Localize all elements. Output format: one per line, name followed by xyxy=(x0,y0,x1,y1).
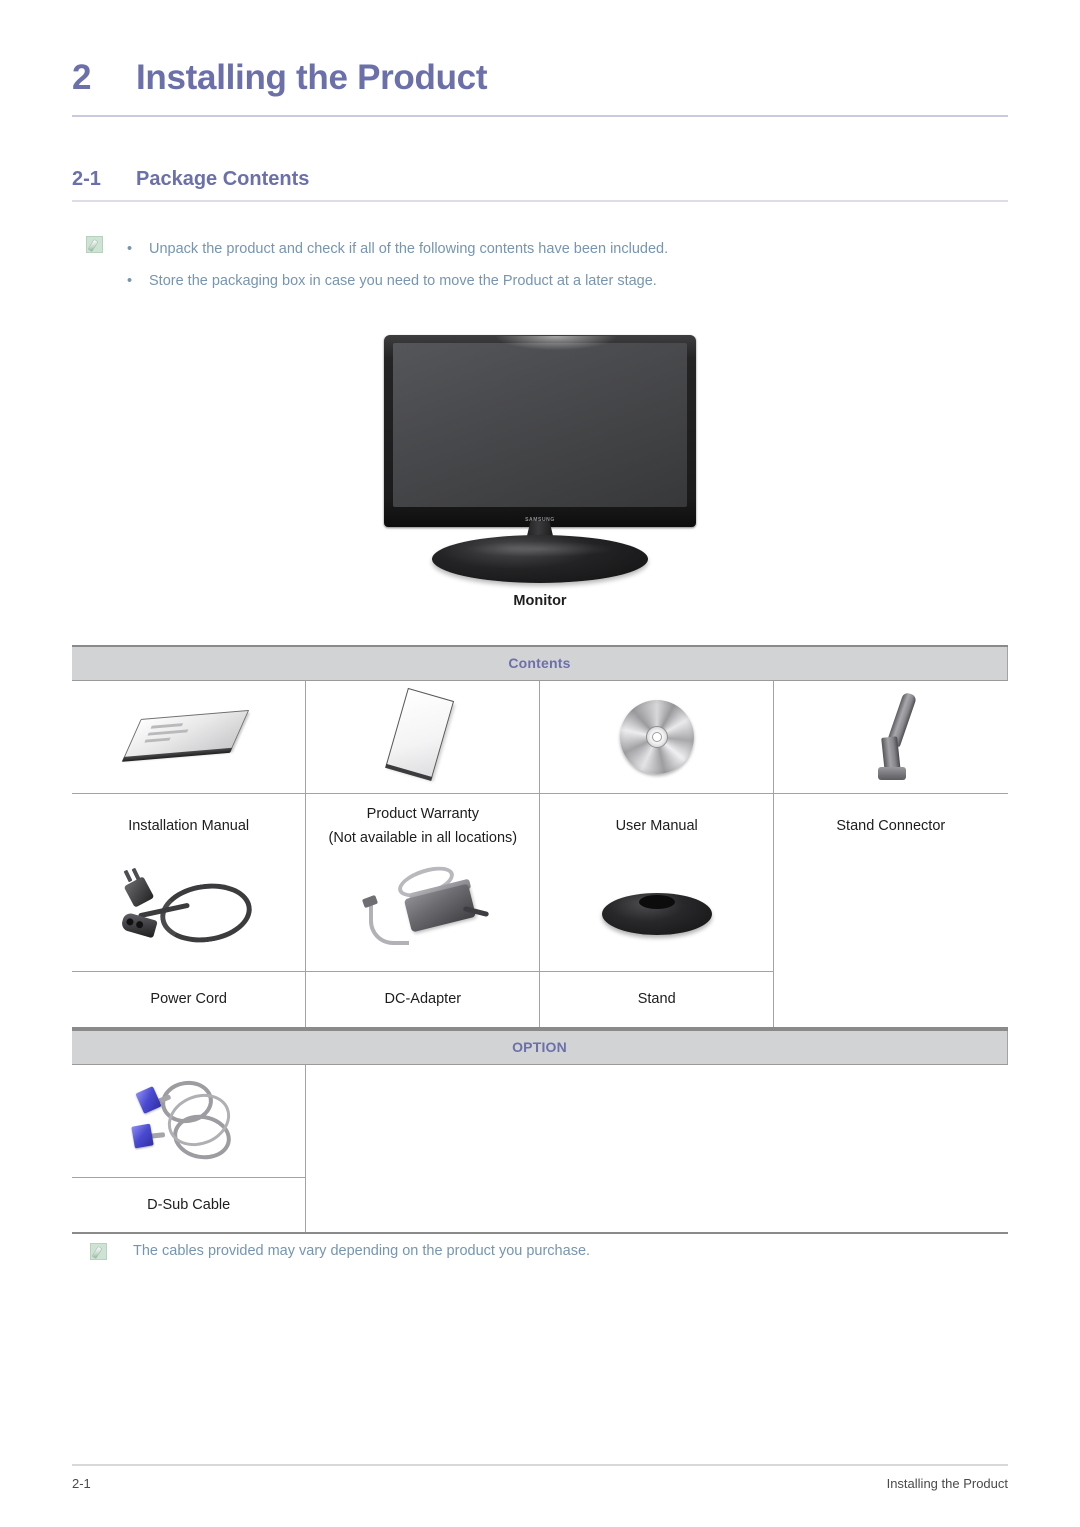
bullet-marker: • xyxy=(127,273,133,289)
option-table: OPTION D-Sub Cable xyxy=(72,1029,1008,1235)
table-row xyxy=(72,680,1008,793)
contents-table: Contents Installation Manual Product War… xyxy=(72,645,1008,1030)
footer-section-name: Installing the Product xyxy=(886,1476,1008,1491)
cell-power-cord-image xyxy=(72,859,307,972)
note-icon xyxy=(86,236,103,253)
intro-bullet-list: • Unpack the product and check if all of… xyxy=(127,233,668,297)
table-row: Power Cord DC-Adapter Stand xyxy=(72,971,1008,1028)
document-page: 2 Installing the Product 2-1 Package Con… xyxy=(0,0,1080,1527)
chapter-title: Installing the Product xyxy=(136,58,488,97)
cell-empty xyxy=(305,1064,1008,1177)
label-installation-manual: Installation Manual xyxy=(72,792,307,859)
table-header-row: OPTION xyxy=(72,1029,1008,1065)
figure-caption: Monitor xyxy=(513,593,567,609)
monitor-illustration: SAMSUNG xyxy=(384,335,696,583)
label-stand-connector: Stand Connector xyxy=(773,792,1008,859)
chapter-number: 2 xyxy=(72,58,92,97)
contents-table-header: Contents xyxy=(72,645,1008,681)
label-product-warranty: Product Warranty (Not available in all l… xyxy=(305,792,541,859)
note-icon xyxy=(90,1243,107,1260)
cell-empty xyxy=(773,859,1008,972)
cell-product-warranty-image xyxy=(305,680,541,793)
label-empty xyxy=(773,971,1008,1028)
label-dc-adapter: DC-Adapter xyxy=(305,971,541,1028)
cell-d-sub-cable-image xyxy=(72,1064,307,1177)
table-header-row: Contents xyxy=(72,645,1008,681)
monitor-screen xyxy=(393,343,687,507)
monitor-base-highlight xyxy=(465,541,615,557)
cell-dc-adapter-image xyxy=(305,859,541,972)
intro-note: • Unpack the product and check if all of… xyxy=(86,233,986,297)
user-manual-cd-icon xyxy=(619,699,694,774)
label-empty xyxy=(305,1177,1008,1233)
section-number: 2-1 xyxy=(72,168,101,190)
footer-divider xyxy=(72,1464,1008,1466)
cell-installation-manual-image xyxy=(72,680,307,793)
label-user-manual: User Manual xyxy=(539,792,775,859)
table-bottom-rule xyxy=(72,1232,1008,1235)
cell-user-manual-image xyxy=(539,680,775,793)
list-item: • Unpack the product and check if all of… xyxy=(127,233,668,265)
monitor-bezel: SAMSUNG xyxy=(384,335,696,527)
label-product-warranty-line1: Product Warranty xyxy=(366,806,479,823)
stand-connector-icon xyxy=(856,689,926,785)
bullet-text: Store the packaging box in case you need… xyxy=(149,273,657,289)
bottom-note: The cables provided may vary depending o… xyxy=(90,1241,590,1261)
installation-manual-icon xyxy=(117,703,259,771)
monitor-figure: SAMSUNG Monitor xyxy=(0,335,1080,609)
bottom-note-text: The cables provided may vary depending o… xyxy=(133,1243,591,1259)
table-row: D-Sub Cable xyxy=(72,1176,1008,1233)
chapter-divider xyxy=(72,115,1008,117)
power-cord-icon xyxy=(114,867,264,962)
cell-stand-image xyxy=(539,859,775,972)
dc-adapter-icon xyxy=(353,860,493,965)
label-power-cord: Power Cord xyxy=(72,971,307,1028)
stand-icon xyxy=(601,887,712,943)
list-item: • Store the packaging box in case you ne… xyxy=(127,265,668,297)
label-d-sub-cable: D-Sub Cable xyxy=(72,1176,307,1233)
footer-page-number: 2-1 xyxy=(72,1476,91,1491)
section-divider xyxy=(72,200,1008,202)
d-sub-cable-icon xyxy=(130,1075,247,1167)
section-heading: 2-1 Package Contents xyxy=(72,168,1008,191)
section-title: Package Contents xyxy=(136,168,310,190)
table-row: Installation Manual Product Warranty (No… xyxy=(72,792,1008,859)
cell-stand-connector-image xyxy=(773,680,1008,793)
label-stand: Stand xyxy=(539,971,775,1028)
product-warranty-icon xyxy=(385,687,458,783)
chapter-heading: 2 Installing the Product xyxy=(72,58,1008,98)
bullet-marker: • xyxy=(127,241,133,257)
table-row xyxy=(72,859,1008,972)
bullet-text: Unpack the product and check if all of t… xyxy=(149,241,669,257)
option-table-header: OPTION xyxy=(72,1029,1008,1065)
table-row xyxy=(72,1064,1008,1177)
page-footer: 2-1 Installing the Product xyxy=(72,1476,1008,1491)
label-product-warranty-line2: (Not available in all locations) xyxy=(328,830,518,847)
